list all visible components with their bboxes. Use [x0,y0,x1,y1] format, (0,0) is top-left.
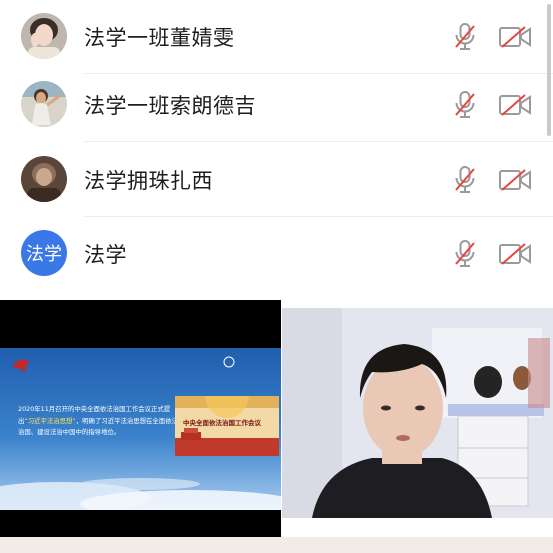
video-frame [282,308,553,518]
camera-off-icon[interactable] [499,243,531,265]
avatar [21,81,67,127]
participant-name: 法学一班董婧雯 [84,26,235,50]
poster-title: 中央全面依法治国工作会议 [183,419,261,427]
mic-off-icon[interactable] [453,90,477,120]
participant-row[interactable]: 法学一班索朗德吉 [0,68,553,142]
camera-off-icon[interactable] [499,26,531,48]
mic-off-icon[interactable] [453,165,477,195]
participant-row[interactable]: 法学拥珠扎西 [0,143,553,217]
avatar [21,156,67,202]
participant-row[interactable]: 法学一班董婧雯 [0,0,553,74]
participant-name: 法学 [84,243,127,267]
avatar [21,13,67,59]
bottom-strip [0,537,553,553]
slide-paragraph: 2020年11月召开的中央全面依法治国工作会议正式提出“习近平法治思想”，明确了… [18,404,178,439]
participant-list: 法学一班董婧雯 法学一班索朗德吉 法学拥珠扎西 法学 法学 [0,0,553,300]
camera-off-icon[interactable] [499,94,531,116]
media-area: 2020年11月召开的中央全面依法治国工作会议正式提出“习近平法治思想”，明确了… [0,300,553,553]
scrollbar[interactable] [547,4,551,136]
camera-video[interactable] [282,308,553,518]
mic-off-icon[interactable] [453,239,477,269]
participant-name: 法学一班索朗德吉 [84,94,256,118]
slide-poster: 中央全面依法治国工作会议 [175,396,279,456]
participant-name: 法学拥珠扎西 [84,169,213,193]
mic-off-icon[interactable] [453,22,477,52]
divider [84,141,553,142]
shared-screen[interactable]: 2020年11月召开的中央全面依法治国工作会议正式提出“习近平法治思想”，明确了… [0,300,281,553]
participant-row[interactable]: 法学 法学 [0,217,553,291]
camera-off-icon[interactable] [499,169,531,191]
slide-paragraph-highlight: “习近平法治思想” [24,416,76,425]
avatar: 法学 [21,230,67,276]
presentation-slide: 2020年11月召开的中央全面依法治国工作会议正式提出“习近平法治思想”，明确了… [0,348,281,510]
